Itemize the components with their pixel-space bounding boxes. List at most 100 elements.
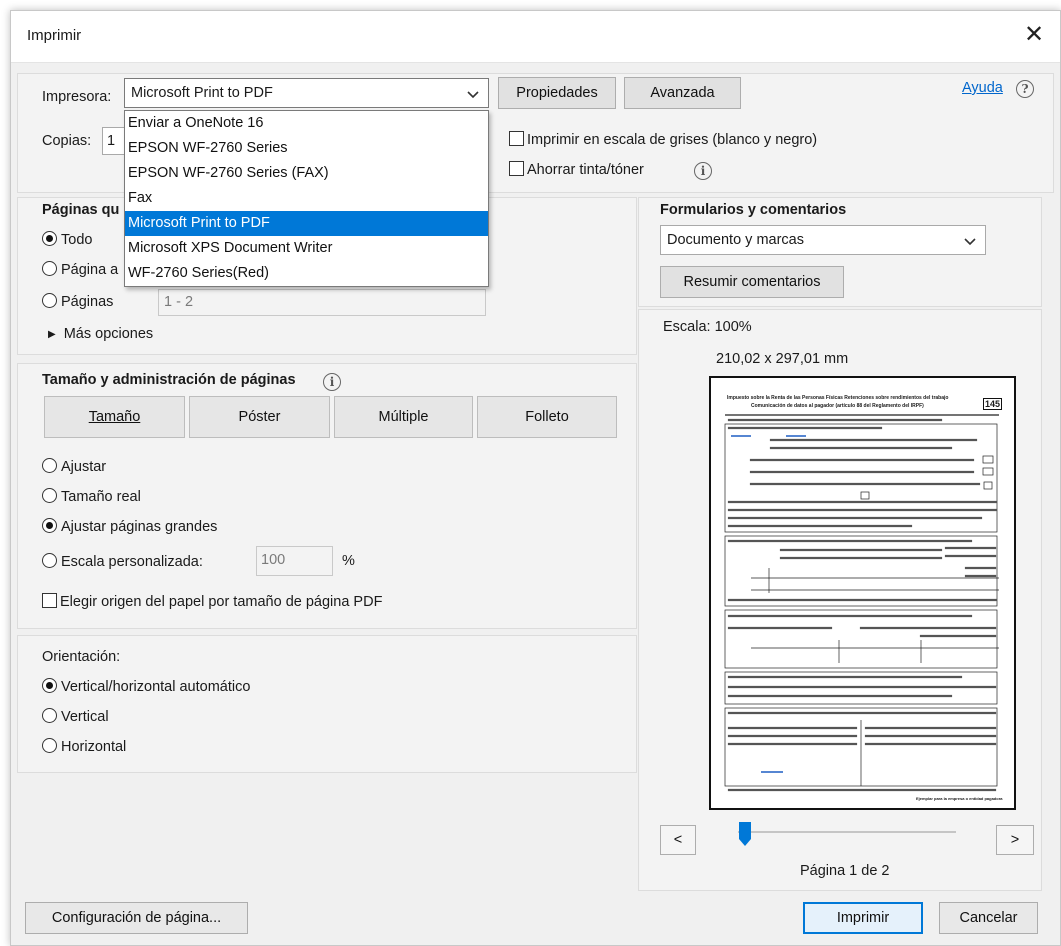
shrink-option[interactable]: Ajustar páginas grandes: [42, 518, 217, 535]
help-icon[interactable]: ?: [1016, 80, 1034, 98]
printer-label: Impresora:: [42, 89, 112, 105]
print-button[interactable]: Imprimir: [803, 902, 923, 934]
pages-all-option[interactable]: Todo: [42, 231, 92, 248]
page-preview: Impuesto sobre la Renta de las Personas …: [709, 376, 1016, 810]
doc-form-body: [724, 414, 999, 792]
prev-page-button[interactable]: <: [660, 825, 696, 855]
close-icon[interactable]: ✕: [1018, 19, 1050, 51]
pages-range-option[interactable]: Páginas: [42, 293, 113, 310]
booklet-button[interactable]: Folleto: [477, 396, 617, 438]
pages-range-value: 1 - 2: [164, 294, 194, 310]
preview-dimensions: 210,02 x 297,01 mm: [716, 351, 849, 367]
pages-range-input[interactable]: 1 - 2: [158, 289, 486, 316]
page-setup-button[interactable]: Configuración de página...: [25, 902, 248, 934]
printer-option[interactable]: Microsoft XPS Document Writer: [125, 236, 488, 261]
printer-option[interactable]: WF-2760 Series(Red): [125, 261, 488, 286]
grayscale-label: Imprimir en escala de grises (blanco y n…: [527, 132, 818, 148]
fit-option[interactable]: Ajustar: [42, 458, 106, 475]
orientation-landscape-radio[interactable]: [42, 738, 57, 753]
printer-option-selected[interactable]: Microsoft Print to PDF: [125, 211, 488, 236]
triangle-right-icon: ▶: [48, 329, 56, 340]
orientation-portrait-label: Vertical: [61, 709, 109, 725]
pages-current-label: Página a: [61, 262, 119, 278]
custom-scale-input[interactable]: 100: [256, 546, 333, 576]
orientation-auto-label: Vertical/horizontal automático: [61, 679, 251, 695]
printer-dropdown-list: Enviar a OneNote 16 EPSON WF-2760 Series…: [124, 110, 489, 287]
chevron-down-icon: [467, 91, 479, 99]
page-slider-track[interactable]: [738, 831, 956, 833]
actual-size-radio[interactable]: [42, 488, 57, 503]
printer-option[interactable]: Enviar a OneNote 16: [125, 111, 488, 136]
pages-current-radio[interactable]: [42, 261, 57, 276]
orientation-portrait-option[interactable]: Vertical: [42, 708, 109, 725]
help-link[interactable]: Ayuda: [962, 80, 1003, 96]
orientation-portrait-radio[interactable]: [42, 708, 57, 723]
printer-option[interactable]: Fax: [125, 186, 488, 211]
paper-source-option[interactable]: Elegir origen del papel por tamaño de pá…: [42, 593, 382, 610]
size-button[interactable]: Tamaño: [44, 396, 185, 438]
comments-forms-heading: Formularios y comentarios: [660, 202, 847, 218]
chevron-right-icon: >: [1010, 832, 1020, 848]
preview-scale: Escala: 100%: [663, 319, 752, 335]
custom-scale-radio[interactable]: [42, 553, 57, 568]
shrink-label: Ajustar páginas grandes: [61, 519, 218, 535]
percent-label: %: [342, 553, 355, 569]
printer-option[interactable]: EPSON WF-2760 Series: [125, 136, 488, 161]
save-ink-checkbox[interactable]: [509, 161, 524, 176]
pages-current-option[interactable]: Página a: [42, 261, 118, 278]
poster-button[interactable]: Póster: [189, 396, 330, 438]
doc-footer-note: Ejemplar para la empresa o entidad pagad…: [916, 796, 1003, 801]
save-ink-info-icon[interactable]: i: [694, 162, 712, 180]
printer-select[interactable]: Microsoft Print to PDF: [124, 78, 489, 108]
custom-scale-label: Escala personalizada:: [61, 554, 203, 570]
page-sizing-info-icon[interactable]: i: [323, 373, 341, 391]
copies-label: Copias:: [42, 133, 92, 149]
title-bar: Imprimir ✕: [11, 11, 1060, 63]
chevron-left-icon: <: [673, 832, 683, 848]
fit-label: Ajustar: [61, 459, 107, 475]
grayscale-checkbox[interactable]: [509, 131, 524, 146]
advanced-button[interactable]: Avanzada: [624, 77, 741, 109]
pages-all-radio[interactable]: [42, 231, 57, 246]
window-title: Imprimir: [27, 27, 82, 44]
properties-button[interactable]: Propiedades: [498, 77, 616, 109]
page-indicator: Página 1 de 2: [800, 863, 890, 879]
pages-heading: Páginas qu: [42, 202, 120, 218]
custom-scale-option[interactable]: Escala personalizada:: [42, 553, 203, 570]
actual-size-option[interactable]: Tamaño real: [42, 488, 141, 505]
fit-radio[interactable]: [42, 458, 57, 473]
shrink-radio[interactable]: [42, 518, 57, 533]
paper-source-checkbox[interactable]: [42, 593, 57, 608]
orientation-landscape-label: Horizontal: [61, 739, 127, 755]
page-sizing-heading: Tamaño y administración de páginas: [42, 372, 296, 388]
more-options-toggle[interactable]: ▶ Más opciones: [48, 326, 153, 342]
summarize-comments-button[interactable]: Resumir comentarios: [660, 266, 844, 298]
cancel-button[interactable]: Cancelar: [939, 902, 1038, 934]
page-slider-thumb[interactable]: [738, 821, 752, 847]
comments-forms-value: Documento y marcas: [667, 232, 804, 248]
copies-value: 1: [107, 133, 116, 149]
actual-size-label: Tamaño real: [61, 489, 141, 505]
pages-all-label: Todo: [61, 232, 93, 248]
paper-source-label: Elegir origen del papel por tamaño de pá…: [60, 594, 383, 610]
size-button-label: Tamaño: [88, 409, 141, 425]
printer-option[interactable]: EPSON WF-2760 Series (FAX): [125, 161, 488, 186]
orientation-heading: Orientación:: [42, 649, 121, 665]
comments-forms-select[interactable]: Documento y marcas: [660, 225, 986, 255]
pages-range-radio[interactable]: [42, 293, 57, 308]
chevron-down-icon: [964, 238, 976, 246]
custom-scale-value: 100: [261, 552, 286, 568]
slider-thumb-icon: [739, 822, 751, 846]
orientation-landscape-option[interactable]: Horizontal: [42, 738, 126, 755]
save-ink-option[interactable]: Ahorrar tinta/tóner: [509, 161, 644, 178]
grayscale-option[interactable]: Imprimir en escala de grises (blanco y n…: [509, 131, 817, 148]
more-options-label: Más opciones: [63, 326, 154, 342]
multiple-button[interactable]: Múltiple: [334, 396, 473, 438]
pages-range-label: Páginas: [61, 294, 114, 310]
printer-selected-value: Microsoft Print to PDF: [131, 85, 273, 101]
print-dialog: Imprimir ✕ Impresora: Microsoft Print to…: [10, 10, 1061, 946]
orientation-auto-option[interactable]: Vertical/horizontal automático: [42, 678, 250, 695]
save-ink-label: Ahorrar tinta/tóner: [527, 162, 644, 178]
orientation-auto-radio[interactable]: [42, 678, 57, 693]
next-page-button[interactable]: >: [996, 825, 1034, 855]
